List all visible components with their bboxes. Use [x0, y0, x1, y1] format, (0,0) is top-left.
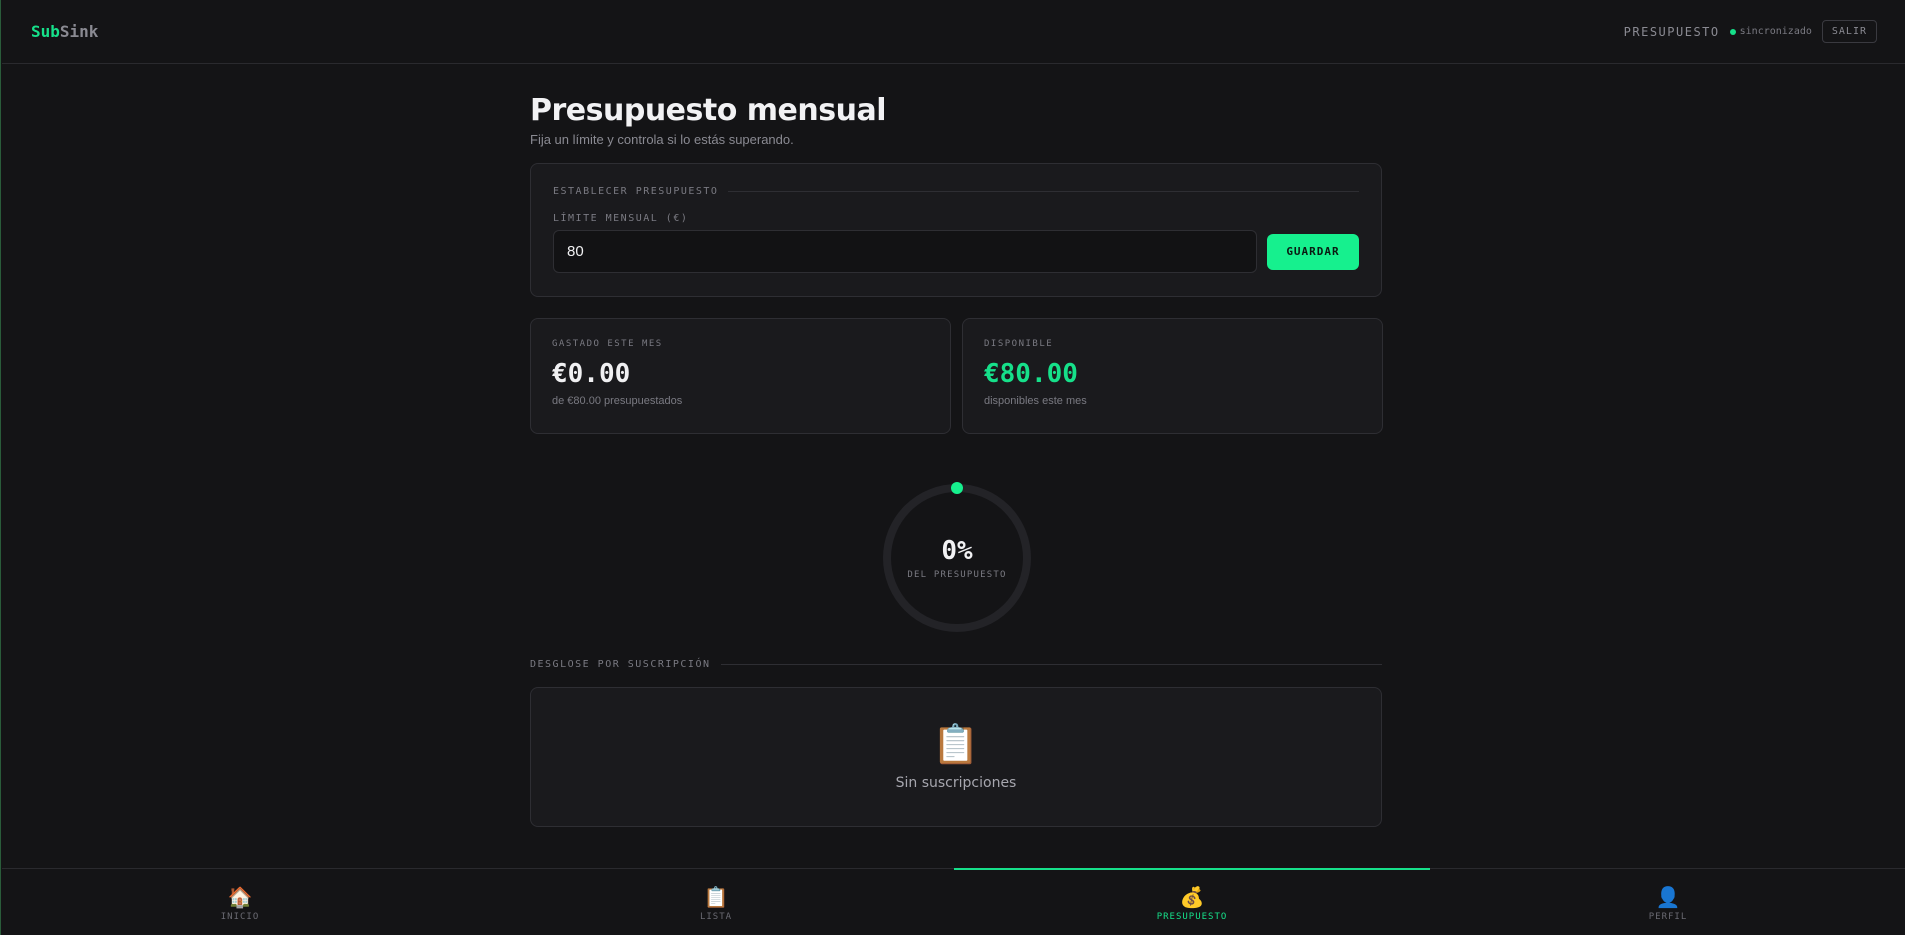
- clipboard-icon: 📋: [703, 886, 729, 909]
- limit-field-label: LÍMITE MENSUAL (€): [553, 213, 689, 224]
- spent-value: €0.00: [552, 359, 631, 389]
- divider: [720, 664, 1382, 665]
- spent-stat-card: GASTADO ESTE MES €0.00 de €80.00 presupu…: [530, 318, 951, 434]
- budget-progress-ring: 0% DEL PRESUPUESTO: [881, 482, 1033, 634]
- divider: [728, 191, 1359, 192]
- current-section-label: PRESUPUESTO: [1623, 24, 1720, 39]
- breakdown-section-label: DESGLOSE POR SUSCRIPCIÓN: [530, 659, 711, 670]
- spent-note: de €80.00 presupuestados: [552, 395, 683, 407]
- save-button[interactable]: GUARDAR: [1267, 233, 1359, 270]
- nav-label: LISTA: [699, 911, 733, 922]
- brand-part-1: Sub: [31, 22, 60, 41]
- sync-status-text: sincronizado: [1739, 26, 1812, 37]
- page-title: Presupuesto mensual: [530, 93, 886, 128]
- available-label: DISPONIBLE: [984, 339, 1054, 349]
- nav-label: PRESUPUESTO: [1156, 911, 1228, 922]
- limit-input-row: GUARDAR: [553, 230, 1359, 273]
- nav-label: PERFIL: [1648, 911, 1688, 922]
- money-bag-icon: 💰: [1179, 886, 1205, 909]
- nav-item-lista[interactable]: 📋 LISTA: [478, 869, 954, 935]
- spent-label: GASTADO ESTE MES: [552, 339, 663, 349]
- house-icon: 🏠: [227, 886, 253, 909]
- progress-percent: 0%: [941, 536, 973, 566]
- available-stat-card: DISPONIBLE €80.00 disponibles este mes: [962, 318, 1383, 434]
- empty-state-text: Sin suscripciones: [895, 775, 1017, 791]
- nav-item-perfil[interactable]: 👤 PERFIL: [1430, 869, 1905, 935]
- nav-label: INICIO: [220, 911, 260, 922]
- app-frame: SubSink PRESUPUESTO sincronizado SALIR P…: [0, 0, 1905, 935]
- progress-ring-center: 0% DEL PRESUPUESTO: [881, 482, 1033, 634]
- monthly-limit-input[interactable]: [553, 230, 1257, 273]
- bottom-nav: 🏠 INICIO 📋 LISTA 💰 PRESUPUESTO 👤 PERFIL: [2, 868, 1905, 935]
- clipboard-icon: 📋: [932, 724, 980, 766]
- breakdown-empty-state: 📋 Sin suscripciones: [530, 687, 1382, 827]
- sync-status: sincronizado: [1729, 26, 1812, 37]
- nav-item-presupuesto[interactable]: 💰 PRESUPUESTO: [954, 868, 1430, 935]
- brand-logo[interactable]: SubSink: [31, 22, 98, 41]
- budget-form-card: ESTABLECER PRESUPUESTO LÍMITE MENSUAL (€…: [530, 163, 1382, 297]
- header-right: PRESUPUESTO sincronizado SALIR: [1624, 20, 1877, 43]
- budget-form-section-label: ESTABLECER PRESUPUESTO: [553, 186, 719, 197]
- progress-label: DEL PRESUPUESTO: [907, 570, 1007, 580]
- available-note: disponibles este mes: [984, 395, 1087, 407]
- page-subtitle: Fija un límite y controla si lo estás su…: [530, 132, 794, 147]
- available-value: €80.00: [984, 359, 1078, 389]
- top-bar: SubSink PRESUPUESTO sincronizado SALIR: [2, 0, 1905, 64]
- nav-item-inicio[interactable]: 🏠 INICIO: [2, 869, 478, 935]
- user-icon: 👤: [1655, 886, 1681, 909]
- main-content: Presupuesto mensual Fija un límite y con…: [530, 93, 1383, 827]
- sync-dot-icon: [1729, 28, 1736, 35]
- brand-part-2: Sink: [59, 22, 99, 41]
- logout-button[interactable]: SALIR: [1821, 20, 1877, 43]
- budget-form-header: ESTABLECER PRESUPUESTO: [553, 186, 1359, 197]
- breakdown-header: DESGLOSE POR SUSCRIPCIÓN: [530, 659, 1382, 670]
